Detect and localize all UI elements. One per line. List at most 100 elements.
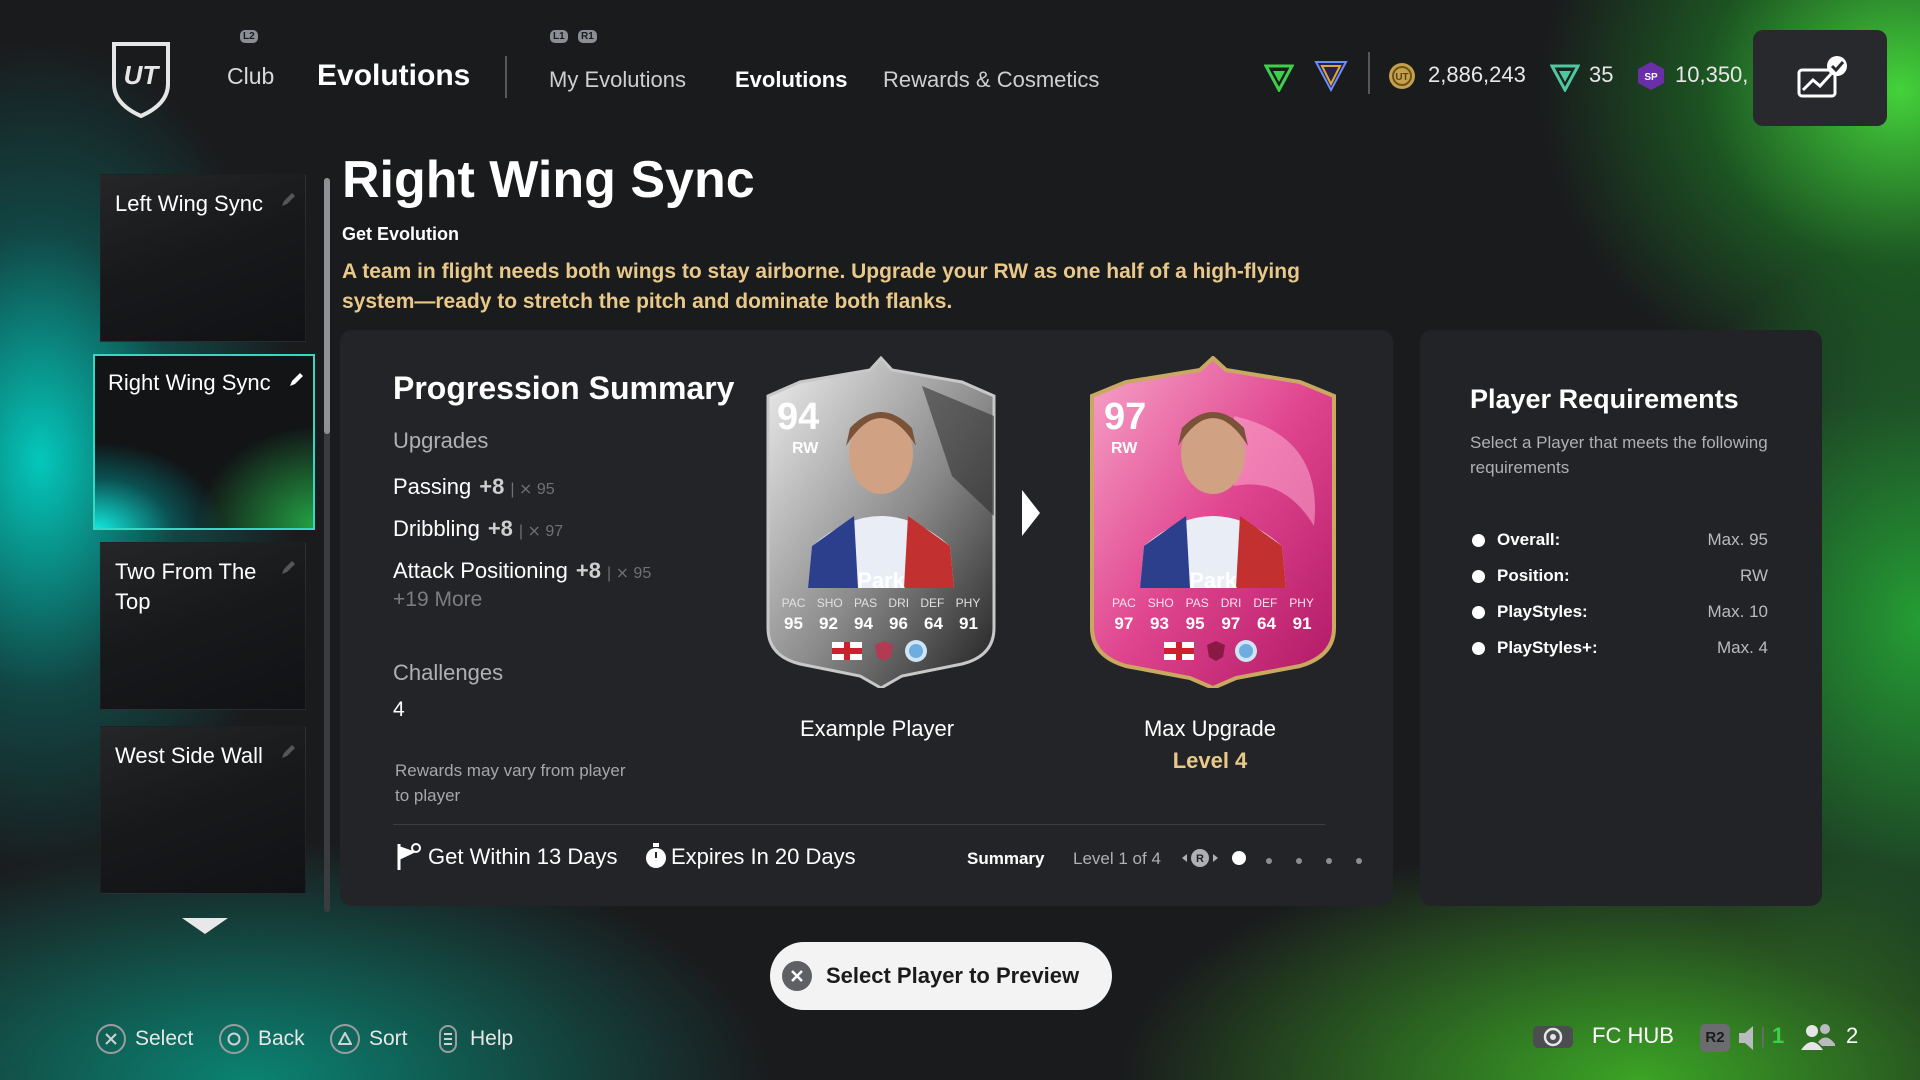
requirements-title: Player Requirements [1470, 384, 1739, 414]
stat-label: PAS [854, 596, 878, 610]
pager-dot-active[interactable] [1232, 851, 1246, 865]
upgrade-plus: +8 [487, 516, 513, 541]
tab-my-evolutions[interactable]: My Evolutions [549, 67, 686, 93]
pencil-icon [287, 371, 305, 389]
upgrade-cap: 95 [536, 481, 555, 498]
friends-icon [1800, 1022, 1836, 1052]
tab-rewards-cosmetics[interactable]: Rewards & Cosmetics [883, 67, 1099, 93]
stat-value: 64 [924, 614, 943, 633]
card-rating: 94 [777, 396, 820, 438]
coins-value: 2,886,243 [1428, 62, 1526, 87]
stat-label: DRI [888, 596, 910, 610]
pager-dot[interactable] [1296, 858, 1302, 864]
online-count: 1 [1772, 1023, 1785, 1048]
tab-evolutions[interactable]: Evolutions [735, 67, 847, 93]
get-within-text: Get Within 13 Days [428, 844, 618, 869]
chart-check-icon [1795, 54, 1849, 102]
sp-badge-text: SP [1644, 72, 1658, 83]
level-of-label: Level 1 of 4 [1073, 849, 1161, 868]
scroll-down-arrow-icon[interactable] [182, 918, 228, 934]
l1-hint: L1 [550, 30, 568, 43]
stopwatch-icon [644, 842, 668, 870]
bullet-icon [1472, 642, 1485, 656]
pager-dot[interactable] [1356, 858, 1362, 864]
stat-label: DRI [1220, 596, 1242, 610]
triangle-button-icon [330, 1024, 360, 1054]
progression-summary-title: Progression Summary [393, 370, 735, 406]
pencil-icon [279, 191, 297, 209]
select-hint[interactable]: Select [96, 1024, 193, 1054]
stat-label: PAS [1185, 596, 1209, 610]
stat-label: PAC [1111, 596, 1136, 610]
evolution-description: A team in flight needs both wings to sta… [342, 260, 1300, 313]
sidebar-item-two-from-the-top[interactable]: Two From The Top [100, 542, 306, 710]
bullet-icon [1472, 570, 1485, 584]
fc-hub-label[interactable]: FC HUB [1592, 1023, 1674, 1049]
select-hint-label: Select [135, 1027, 194, 1050]
sort-hint[interactable]: Sort [330, 1024, 408, 1054]
requirement-label: Overall: [1497, 530, 1561, 549]
sidebar-item-west-side-wall[interactable]: West Side Wall [100, 726, 306, 894]
upgrade-stat: Attack Positioning [393, 558, 568, 583]
objectives-button[interactable] [1753, 30, 1887, 126]
stat-label: PHY [955, 596, 981, 610]
stat-label: SHO [816, 596, 843, 610]
requirement-value: RW [1739, 566, 1768, 585]
nav-divider [505, 56, 507, 98]
nav-club[interactable]: Club [227, 63, 274, 90]
pencil-icon [279, 743, 297, 761]
rewards-note: Rewards may vary from player to player [395, 761, 626, 805]
stat-value: 95 [784, 614, 803, 633]
challenges-count: 4 [393, 698, 405, 721]
card-name: Park [1189, 568, 1237, 593]
select-player-preview-button[interactable]: Select Player to Preview [770, 942, 1112, 1010]
card-rating: 97 [1104, 396, 1147, 438]
nav-evolutions[interactable]: Evolutions [317, 59, 470, 93]
club-badge-icon [1234, 639, 1258, 663]
stat-value: 64 [1256, 614, 1276, 633]
friends-count: 2 [1846, 1023, 1859, 1048]
coins-icon: UT [1387, 61, 1417, 91]
division-icon [1264, 62, 1294, 92]
max-level-label: Level 4 [1172, 748, 1248, 773]
requirement-value: Max. 4 [1716, 638, 1768, 657]
stat-value: 92 [819, 614, 838, 633]
sidebar-item-right-wing-sync[interactable]: Right Wing Sync [93, 354, 315, 530]
options-button-icon [438, 1024, 458, 1054]
more-upgrades-link[interactable]: +19 More [393, 588, 482, 612]
stat-label: PAC [781, 596, 806, 610]
upgrades-heading: Upgrades [393, 428, 489, 453]
panel-divider [393, 824, 1325, 825]
requirement-playstyles: PlayStyles: Max. 10 [1472, 602, 1768, 622]
sidebar-item-left-wing-sync[interactable]: Left Wing Sync [100, 174, 306, 342]
stat-label: DEF [1253, 596, 1278, 610]
points-value: 35 [1589, 62, 1614, 87]
requirement-label: PlayStyles+: [1497, 638, 1598, 657]
sidebar-scroll-thumb[interactable] [324, 178, 330, 434]
requirement-position: Position: RW [1472, 566, 1768, 586]
stat-value: 95 [1185, 614, 1205, 633]
upgrade-row: Passing +8 | ⨯ 95 [393, 474, 555, 499]
page-title: Right Wing Sync [342, 151, 755, 209]
pager-dot[interactable] [1326, 858, 1332, 864]
back-hint[interactable]: Back [219, 1024, 305, 1054]
r1-hint: R1 [578, 30, 597, 43]
summary-label[interactable]: Summary [967, 849, 1044, 869]
pager-dot[interactable] [1266, 858, 1272, 864]
challenges-heading: Challenges [393, 660, 504, 685]
svg-text:UT: UT [124, 60, 161, 90]
svg-text:UT: UT [1395, 72, 1408, 83]
r-stick-hint[interactable]: R [1180, 847, 1220, 869]
expires-text: Expires In 20 Days [671, 844, 856, 869]
england-flag-icon [1164, 642, 1194, 660]
upgrade-stat: Passing [393, 474, 472, 499]
upgrade-cap: 95 [633, 565, 652, 582]
club-badge-icon [904, 639, 928, 663]
upgrade-row: Attack Positioning +8 | ⨯ 95 [393, 558, 652, 583]
england-flag-icon [832, 642, 862, 660]
champions-icon [1314, 58, 1348, 92]
stat-value: 94 [854, 614, 873, 633]
fc-hub-icon [1532, 1022, 1574, 1052]
card-stat-labels: PAC SHO PAS DRI DEF PHY [1106, 596, 1320, 610]
help-hint[interactable]: Help [438, 1024, 513, 1054]
